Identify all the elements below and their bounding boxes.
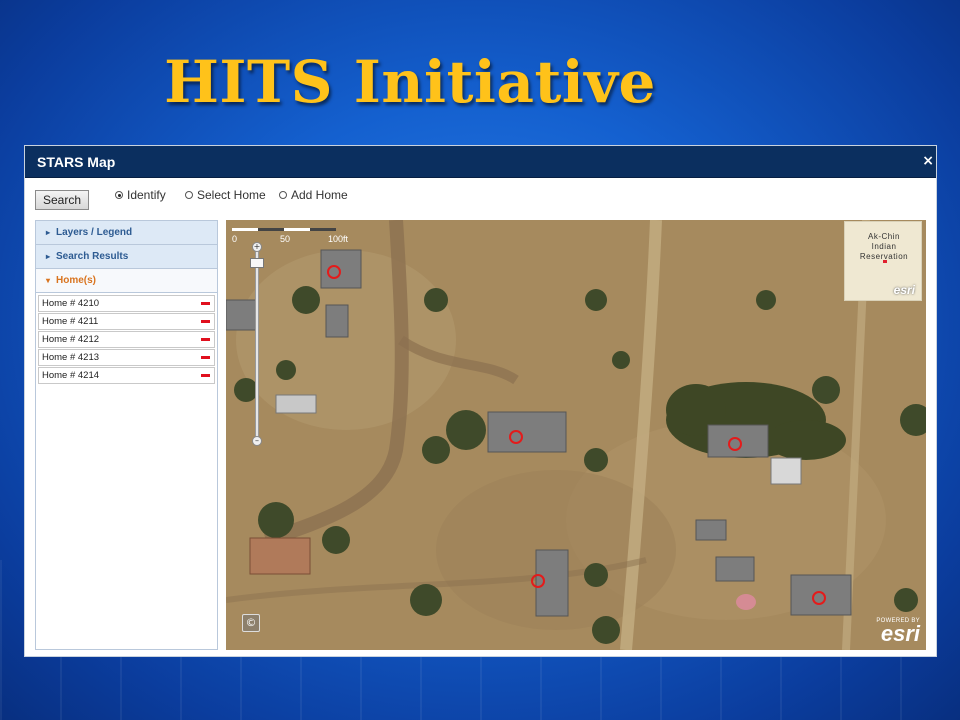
home-label: Home # 4214	[42, 370, 100, 381]
home-label: Home # 4213	[42, 352, 100, 363]
home-label: Home # 4212	[42, 334, 100, 345]
home-label: Home # 4210	[42, 298, 100, 309]
remove-icon[interactable]	[201, 338, 210, 341]
radio-add-home[interactable]: Add Home	[279, 188, 348, 202]
zoom-track[interactable]	[255, 248, 259, 440]
accordion-homes[interactable]: ▾ Home(s)	[36, 269, 217, 293]
radio-add-home-label: Add Home	[291, 188, 348, 202]
chevron-down-icon: ▾	[46, 276, 51, 285]
scale-label-50: 50	[280, 234, 291, 244]
home-marker[interactable]	[509, 430, 523, 444]
zoom-out-icon[interactable]: –	[252, 436, 262, 446]
chevron-right-icon: ▸	[46, 252, 51, 261]
list-item[interactable]: Home # 4213	[38, 349, 215, 366]
home-marker[interactable]	[327, 265, 341, 279]
accordion-layers-legend[interactable]: ▸ Layers / Legend	[36, 221, 217, 245]
radio-select-home-label: Select Home	[197, 188, 266, 202]
accordion-label: Search Results	[56, 251, 129, 262]
home-marker[interactable]	[812, 591, 826, 605]
overview-label-line: Indian	[871, 242, 897, 251]
accordion-label: Layers / Legend	[56, 227, 133, 238]
radio-icon	[185, 191, 193, 199]
remove-icon[interactable]	[201, 320, 210, 323]
sidebar-panel: ▸ Layers / Legend ▸ Search Results ▾ Home(s…	[35, 220, 218, 650]
window-titlebar: STARS Map ×	[25, 146, 936, 178]
scale-label-100: 100ft	[328, 234, 349, 244]
chevron-right-icon: ▸	[46, 228, 51, 237]
home-marker[interactable]	[728, 437, 742, 451]
overview-label: Ak-Chin Indian Reservation	[845, 232, 923, 262]
home-label: Home # 4211	[42, 316, 99, 327]
map-toolbar: Search Identify Select Home Add Home	[25, 178, 936, 218]
window-title: STARS Map	[37, 154, 116, 170]
zoom-handle[interactable]	[250, 258, 264, 268]
map-view[interactable]: 0 50 100ft + – Ak-Chin Indian Reservatio…	[226, 220, 926, 650]
radio-identify[interactable]: Identify	[115, 188, 166, 202]
esri-logo: POWERED BY esri	[876, 618, 920, 646]
zoom-in-icon[interactable]: +	[252, 242, 262, 252]
home-list: Home # 4210 Home # 4211 Home # 4212 Home…	[36, 293, 217, 387]
list-item[interactable]: Home # 4212	[38, 331, 215, 348]
remove-icon[interactable]	[201, 374, 210, 377]
list-item[interactable]: Home # 4210	[38, 295, 215, 312]
overview-label-line: Ak-Chin	[868, 232, 900, 241]
home-marker[interactable]	[531, 574, 545, 588]
radio-identify-label: Identify	[127, 188, 166, 202]
aerial-imagery	[226, 220, 926, 650]
accordion-label: Home(s)	[56, 275, 97, 286]
radio-icon	[279, 191, 287, 199]
list-item[interactable]: Home # 4214	[38, 367, 215, 384]
close-icon[interactable]: ×	[922, 153, 934, 169]
remove-icon[interactable]	[201, 302, 210, 305]
search-button[interactable]: Search	[35, 190, 89, 210]
list-item[interactable]: Home # 4211	[38, 313, 215, 330]
esri-logo-small: esri	[893, 283, 915, 297]
accordion-search-results[interactable]: ▸ Search Results	[36, 245, 217, 269]
scale-label-0: 0	[232, 234, 238, 244]
slide-title: HITS Initiative	[164, 48, 656, 116]
remove-icon[interactable]	[201, 356, 210, 359]
overview-map[interactable]: Ak-Chin Indian Reservation esri	[844, 221, 922, 301]
location-marker-icon	[883, 260, 887, 263]
copyright-icon[interactable]: ©	[242, 614, 260, 632]
radio-select-home[interactable]: Select Home	[185, 188, 266, 202]
radio-selected-icon	[115, 191, 123, 199]
zoom-slider[interactable]: + –	[250, 242, 264, 446]
esri-wordmark: esri	[880, 621, 920, 646]
stars-map-window: STARS Map × Search Identify Select Home …	[24, 145, 937, 657]
